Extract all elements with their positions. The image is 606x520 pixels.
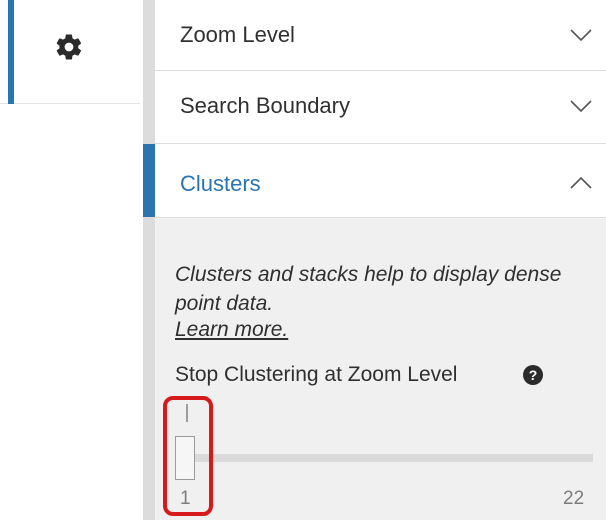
accordion-label: Zoom Level: [180, 22, 295, 47]
zoom-level-slider-thumb[interactable]: [175, 436, 195, 480]
accordion-label: Clusters: [180, 171, 261, 196]
clusters-description: Clusters and stacks help to display dens…: [175, 263, 562, 315]
chevron-down-icon: [570, 100, 592, 113]
learn-more-link[interactable]: Learn more.: [175, 318, 288, 342]
zoom-level-slider-track[interactable]: [195, 454, 593, 462]
chevron-down-icon: [570, 29, 592, 42]
question-circle-icon[interactable]: ?: [523, 365, 543, 385]
accordion-label: Search Boundary: [180, 93, 350, 118]
settings-tab[interactable]: [0, 0, 140, 104]
accordion-header-zoom-level[interactable]: Zoom Level: [155, 0, 606, 71]
accordion-header-clusters[interactable]: Clusters: [143, 144, 606, 218]
gear-icon: [56, 34, 82, 60]
settings-panel: Zoom Level Search Boundary Clusters Clus…: [0, 0, 606, 520]
active-tab-indicator: [8, 0, 14, 104]
slider-max-label: 22: [563, 488, 585, 509]
accordion-panel: Zoom Level Search Boundary Clusters Clus…: [143, 0, 606, 520]
chevron-up-icon: [570, 176, 592, 189]
slider-min-label: 1: [180, 488, 191, 509]
accordion-header-search-boundary[interactable]: Search Boundary: [155, 71, 606, 144]
stop-clustering-label: Stop Clustering at Zoom Level: [175, 363, 458, 386]
panel-divider: [143, 0, 155, 520]
slider-tick: [186, 404, 188, 422]
clusters-section: Clusters and stacks help to display dens…: [155, 218, 606, 520]
